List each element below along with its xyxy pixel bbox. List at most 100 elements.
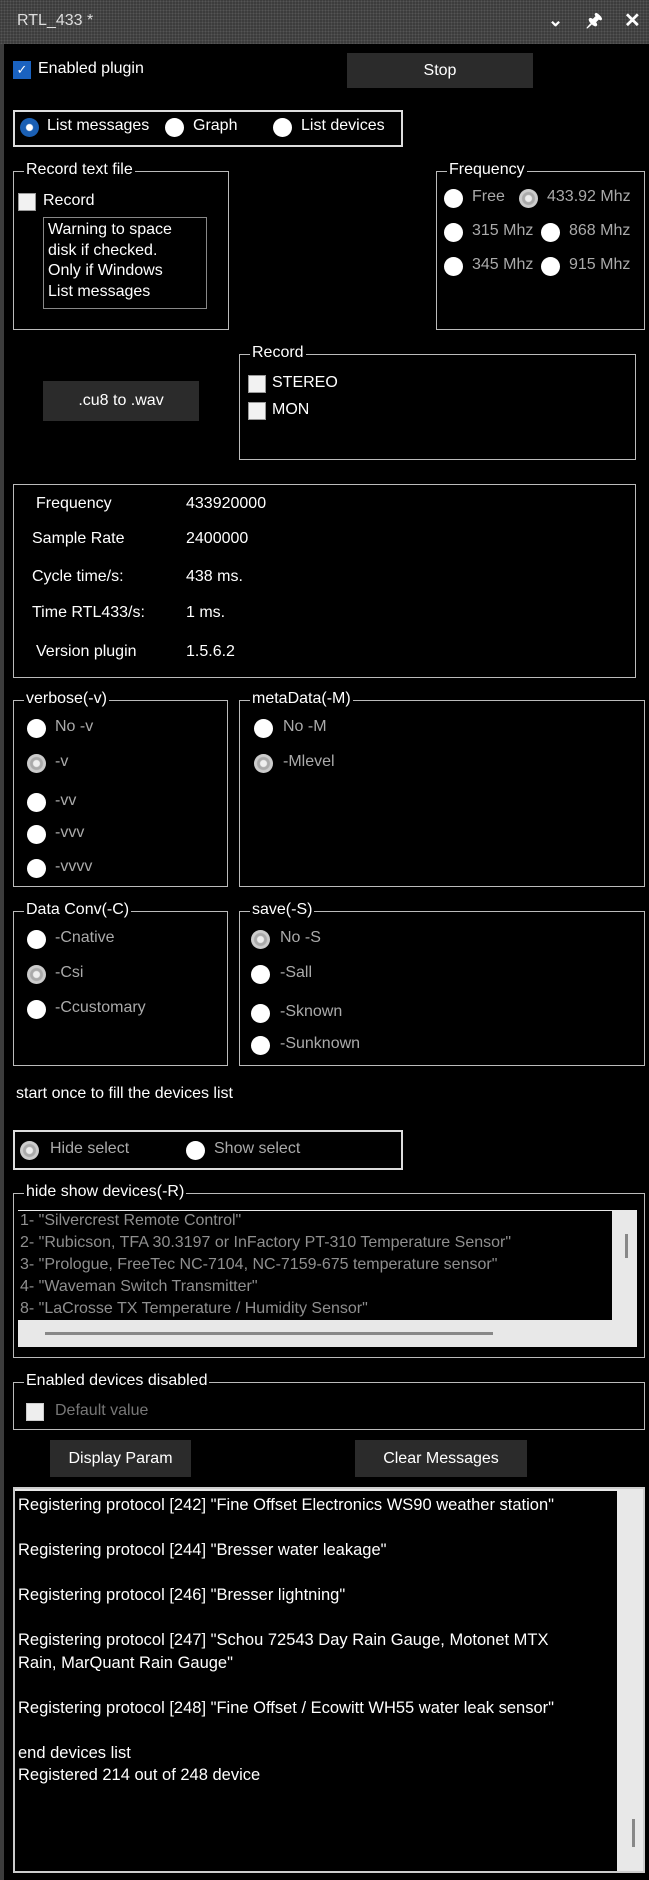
default-value-checkbox[interactable] xyxy=(26,1403,44,1421)
group-legend: hide show devices(-R) xyxy=(24,1183,187,1201)
view-graph-label: Graph xyxy=(193,117,238,134)
metadata-mlevel-radio[interactable] xyxy=(254,754,273,773)
message-line xyxy=(18,1517,617,1540)
horizontal-scrollbar-thumb[interactable] xyxy=(45,1332,493,1335)
message-line: Rain, MarQuant Rain Gauge" xyxy=(18,1653,233,1672)
save-label: No -S xyxy=(280,929,321,946)
stereo-label: STEREO xyxy=(272,374,338,391)
enabled-plugin-label: Enabled plugin xyxy=(38,60,144,77)
save-label: -Sunknown xyxy=(280,1035,361,1052)
devices-hint-text: start once to fill the devices list xyxy=(16,1085,233,1102)
freq-345-radio[interactable] xyxy=(444,257,463,276)
info-value: 438 ms. xyxy=(186,568,243,585)
pin-icon[interactable]: 🖈︎ xyxy=(586,8,603,38)
freq-345-label: 345 Mhz xyxy=(472,256,534,273)
save-no-s-radio[interactable] xyxy=(251,930,270,949)
save-sall-radio[interactable] xyxy=(251,965,270,984)
freq-315-label: 315 Mhz xyxy=(472,222,534,239)
mon-checkbox[interactable] xyxy=(248,402,266,420)
freq-868-radio[interactable] xyxy=(541,223,560,242)
view-list-messages-label: List messages xyxy=(47,117,150,134)
metadata-no-m-radio[interactable] xyxy=(254,719,273,738)
freq-315-radio[interactable] xyxy=(444,223,463,242)
warning-line: Warning to space xyxy=(48,221,172,238)
freq-free-radio[interactable] xyxy=(444,189,463,208)
warning-line: disk if checked. xyxy=(48,241,158,259)
group-legend: Record xyxy=(250,344,306,362)
view-list-devices-radio[interactable] xyxy=(273,118,292,137)
hide-select-radio[interactable] xyxy=(20,1141,39,1160)
save-sknown-radio[interactable] xyxy=(251,1004,270,1023)
verbose-no-v-radio[interactable] xyxy=(27,719,46,738)
messages-scrollbar-thumb[interactable] xyxy=(632,1819,635,1847)
freq-free-label: Free xyxy=(472,188,505,205)
dataconv-label: -Csi xyxy=(55,964,84,981)
devices-list: 1- "Silvercrest Remote Control" 2- "Rubi… xyxy=(18,1211,612,1320)
verbose-label: No -v xyxy=(55,718,94,735)
clear-messages-button[interactable]: Clear Messages xyxy=(355,1440,527,1477)
dataconv-ccustomary-radio[interactable] xyxy=(27,1000,46,1019)
view-list-devices-label: List devices xyxy=(301,117,385,134)
device-list-item[interactable]: 4- "Waveman Switch Transmitter" xyxy=(20,1278,612,1300)
verbose-vvv-radio[interactable] xyxy=(27,825,46,844)
save-sunknown-radio[interactable] xyxy=(251,1036,270,1055)
verbose-vv-radio[interactable] xyxy=(27,793,46,812)
save-label: -Sall xyxy=(280,964,313,981)
show-select-radio[interactable] xyxy=(186,1141,205,1160)
verbose-label: -vv xyxy=(55,792,77,809)
info-label: Frequency xyxy=(36,495,112,512)
message-line: Registering protocol [244] "Bresser wate… xyxy=(18,1541,387,1559)
verbose-label: -v xyxy=(55,753,69,770)
warning-line: Only if Windows xyxy=(48,262,163,279)
mon-label: MON xyxy=(272,401,310,418)
window-title: RTL_433 * xyxy=(17,12,94,29)
chevron-down-icon[interactable]: ⌄ xyxy=(548,10,563,31)
info-value: 433920000 xyxy=(186,495,267,512)
view-list-messages-radio[interactable] xyxy=(20,118,39,137)
device-list-item[interactable]: 1- "Silvercrest Remote Control" xyxy=(20,1212,612,1234)
messages-textbox[interactable]: Registering protocol [242] "Fine Offset … xyxy=(13,1487,645,1873)
info-value: 1 ms. xyxy=(186,604,226,621)
message-line: Registering protocol [246] "Bresser ligh… xyxy=(18,1586,346,1604)
freq-433-radio[interactable] xyxy=(519,189,538,208)
info-label: Version plugin xyxy=(36,643,137,660)
metadata-label: -Mlevel xyxy=(283,753,335,770)
info-label: Time RTL433/s: xyxy=(32,604,145,621)
device-list-item[interactable]: 2- "Rubicson, TFA 30.3197 or InFactory P… xyxy=(20,1234,612,1256)
message-line: Registering protocol [248] "Fine Offset … xyxy=(18,1698,554,1717)
show-select-label: Show select xyxy=(214,1140,301,1157)
message-line: end devices list xyxy=(18,1743,131,1762)
metadata-label: No -M xyxy=(283,718,327,735)
stereo-checkbox[interactable] xyxy=(248,375,266,393)
close-icon[interactable]: ✕ xyxy=(624,8,641,33)
record-checkbox[interactable] xyxy=(18,193,36,211)
enabled-plugin-checkbox[interactable]: ✓ xyxy=(13,61,31,79)
verbose-label: -vvvv xyxy=(55,858,93,875)
cu8-to-wav-button[interactable]: .cu8 to .wav xyxy=(43,381,199,421)
display-param-button[interactable]: Display Param xyxy=(50,1440,191,1477)
group-legend: Frequency xyxy=(447,161,527,179)
stop-button[interactable]: Stop xyxy=(347,53,533,88)
info-label: Sample Rate xyxy=(32,530,125,547)
group-legend: Data Conv(-C) xyxy=(24,901,132,919)
record-label: Record xyxy=(43,192,95,209)
dataconv-label: -Cnative xyxy=(55,929,115,946)
devices-listbox[interactable]: 1- "Silvercrest Remote Control" 2- "Rubi… xyxy=(18,1210,637,1347)
dataconv-label: -Ccustomary xyxy=(55,999,146,1016)
device-list-item[interactable]: 3- "Prologue, FreeTec NC-7104, NC-7159-6… xyxy=(20,1256,612,1278)
record-warning-text: Warning to space disk if checked. Only if … xyxy=(43,217,207,309)
verbose-v-radio[interactable] xyxy=(27,754,46,773)
dataconv-group: Data Conv(-C) xyxy=(13,901,228,1066)
dataconv-cnative-radio[interactable] xyxy=(27,930,46,949)
messages-content: Registering protocol [242] "Fine Offset … xyxy=(15,1491,617,1871)
dataconv-csi-radio[interactable] xyxy=(27,965,46,984)
freq-915-radio[interactable] xyxy=(541,257,560,276)
freq-915-label: 915 Mhz xyxy=(569,256,631,273)
verbose-vvvv-radio[interactable] xyxy=(27,859,46,878)
view-graph-radio[interactable] xyxy=(165,118,184,137)
message-line: Registering protocol [242] "Fine Offset … xyxy=(18,1496,555,1514)
vertical-scrollbar-thumb[interactable] xyxy=(625,1234,628,1258)
default-value-label: Default value xyxy=(55,1402,149,1419)
device-list-item[interactable]: 8- "LaCrosse TX Temperature / Humidity S… xyxy=(20,1300,612,1320)
message-line: Registered 214 out of 248 device xyxy=(18,1766,261,1784)
